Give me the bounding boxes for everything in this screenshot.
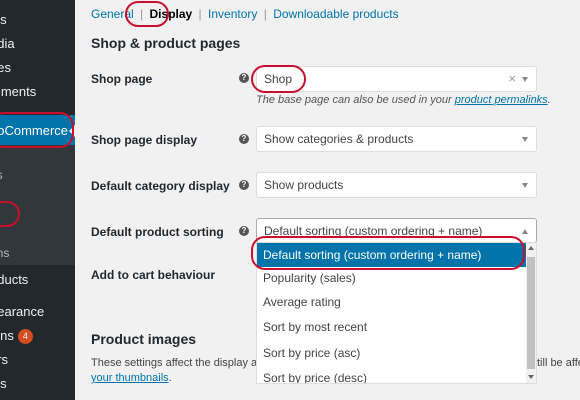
- sidebar-item-appearance[interactable]: pearance: [0, 304, 75, 324]
- sidebar-subitem-settings[interactable]: s: [0, 206, 75, 224]
- chevron-down-icon: [522, 183, 528, 188]
- sidebar-item-products[interactable]: oducts: [0, 272, 75, 292]
- subnav-inventory[interactable]: Inventory: [208, 7, 257, 21]
- chevron-down-icon: [522, 137, 528, 142]
- product-permalinks-link[interactable]: product permalinks: [455, 94, 548, 106]
- default-category-display-select[interactable]: Show products: [256, 172, 537, 198]
- default-product-sorting-label: Default product sorting: [91, 225, 224, 239]
- thumbnails-line: your thumbnails.: [91, 372, 172, 384]
- sidebar-subitem-extensions[interactable]: ons: [0, 246, 75, 264]
- desc-text: The base page can also be used in your: [256, 94, 455, 106]
- shop-page-display-value: Show categories & products: [264, 132, 414, 146]
- sidebar-subitem-coupons[interactable]: ns: [0, 168, 75, 186]
- dropdown-option-most-recent[interactable]: Sort by most recent: [257, 315, 527, 339]
- scrollbar-thumb[interactable]: [527, 257, 535, 369]
- admin-sidebar: sts edia ges mments ooCommerce ns s s on…: [0, 0, 75, 400]
- link-suffix: .: [168, 372, 172, 384]
- sidebar-item-label: pearance: [0, 304, 45, 319]
- subnav-separator: |: [198, 7, 202, 21]
- scroll-up-icon[interactable]: [528, 246, 534, 250]
- sidebar-item-label: ons: [0, 246, 10, 260]
- sidebar-item-pages[interactable]: ges: [0, 60, 75, 80]
- desc-suffix: .: [547, 94, 551, 106]
- sidebar-item-posts[interactable]: sts: [0, 12, 75, 32]
- default-product-sorting-value: Default sorting (custom ordering + name): [264, 224, 483, 238]
- scroll-down-icon[interactable]: [528, 375, 534, 379]
- sidebar-item-label: ers: [0, 352, 9, 367]
- help-icon[interactable]: ?: [239, 73, 249, 83]
- sidebar-item-media[interactable]: edia: [0, 36, 75, 56]
- subnav-separator: |: [140, 7, 144, 21]
- dropdown-option-default[interactable]: Default sorting (custom ordering + name): [257, 243, 527, 267]
- your-thumbnails-link[interactable]: your thumbnails: [91, 372, 169, 384]
- shop-page-display-label: Shop page display: [91, 133, 198, 147]
- clear-icon[interactable]: ×: [508, 71, 516, 86]
- subnav-separator: |: [263, 7, 267, 21]
- main-content: General | Display | Inventory | Download…: [75, 0, 580, 400]
- default-product-sorting-select[interactable]: Default sorting (custom ordering + name): [256, 218, 537, 243]
- sorting-dropdown-list: Default sorting (custom ordering + name)…: [256, 242, 537, 384]
- default-category-display-label: Default category display: [91, 179, 230, 193]
- dropdown-option-rating[interactable]: Average rating: [257, 290, 527, 314]
- sidebar-item-label: gins4: [0, 328, 33, 345]
- sidebar-item-comments[interactable]: mments: [0, 84, 75, 104]
- sidebar-item-woocommerce[interactable]: ooCommerce: [0, 115, 75, 147]
- add-to-cart-label: Add to cart behaviour: [91, 268, 216, 282]
- default-category-display-value: Show products: [264, 178, 344, 192]
- sidebar-item-label: ooCommerce: [0, 123, 69, 138]
- sidebar-item-label: sts: [0, 12, 7, 27]
- settings-subnav: General | Display | Inventory | Download…: [91, 7, 399, 21]
- dropdown-scrollbar[interactable]: [526, 243, 536, 383]
- sidebar-item-label: ols: [0, 376, 7, 391]
- subnav-downloadable[interactable]: Downloadable products: [273, 7, 398, 21]
- dropdown-option-price-asc[interactable]: Sort by price (asc): [257, 341, 527, 365]
- subnav-display[interactable]: Display: [150, 7, 193, 21]
- section-title-shop-pages: Shop & product pages: [91, 35, 241, 51]
- sidebar-item-tools[interactable]: ols: [0, 376, 75, 396]
- sidebar-subitem-reports[interactable]: s: [0, 188, 75, 206]
- shop-page-select[interactable]: Shop ×: [256, 66, 537, 92]
- subnav-general[interactable]: General: [91, 7, 134, 21]
- shop-page-display-select[interactable]: Show categories & products: [256, 126, 537, 152]
- plugins-label: gins: [0, 328, 14, 343]
- sidebar-item-label: oducts: [0, 272, 29, 287]
- section-title-product-images: Product images: [91, 331, 197, 347]
- shop-page-description: The base page can also be used in your p…: [256, 94, 551, 106]
- shop-page-value: Shop: [264, 72, 293, 86]
- help-icon[interactable]: ?: [239, 180, 249, 190]
- sidebar-item-label: mments: [0, 84, 37, 99]
- sidebar-item-users[interactable]: ers: [0, 352, 75, 372]
- sidebar-item-label: edia: [0, 36, 15, 51]
- sidebar-item-label: ns: [0, 168, 3, 182]
- sidebar-item-plugins[interactable]: gins4: [0, 328, 75, 348]
- chevron-up-icon: [522, 229, 528, 234]
- shop-page-label: Shop page: [91, 72, 153, 86]
- help-icon[interactable]: ?: [239, 226, 249, 236]
- update-count-badge: 4: [17, 329, 33, 345]
- chevron-down-icon: [522, 77, 528, 82]
- sidebar-item-label: ges: [0, 60, 11, 75]
- help-icon[interactable]: ?: [239, 134, 249, 144]
- dropdown-option-price-desc[interactable]: Sort by price (desc): [257, 366, 527, 383]
- dropdown-option-popularity[interactable]: Popularity (sales): [257, 266, 527, 290]
- product-images-description-cont: till be affec: [537, 357, 580, 369]
